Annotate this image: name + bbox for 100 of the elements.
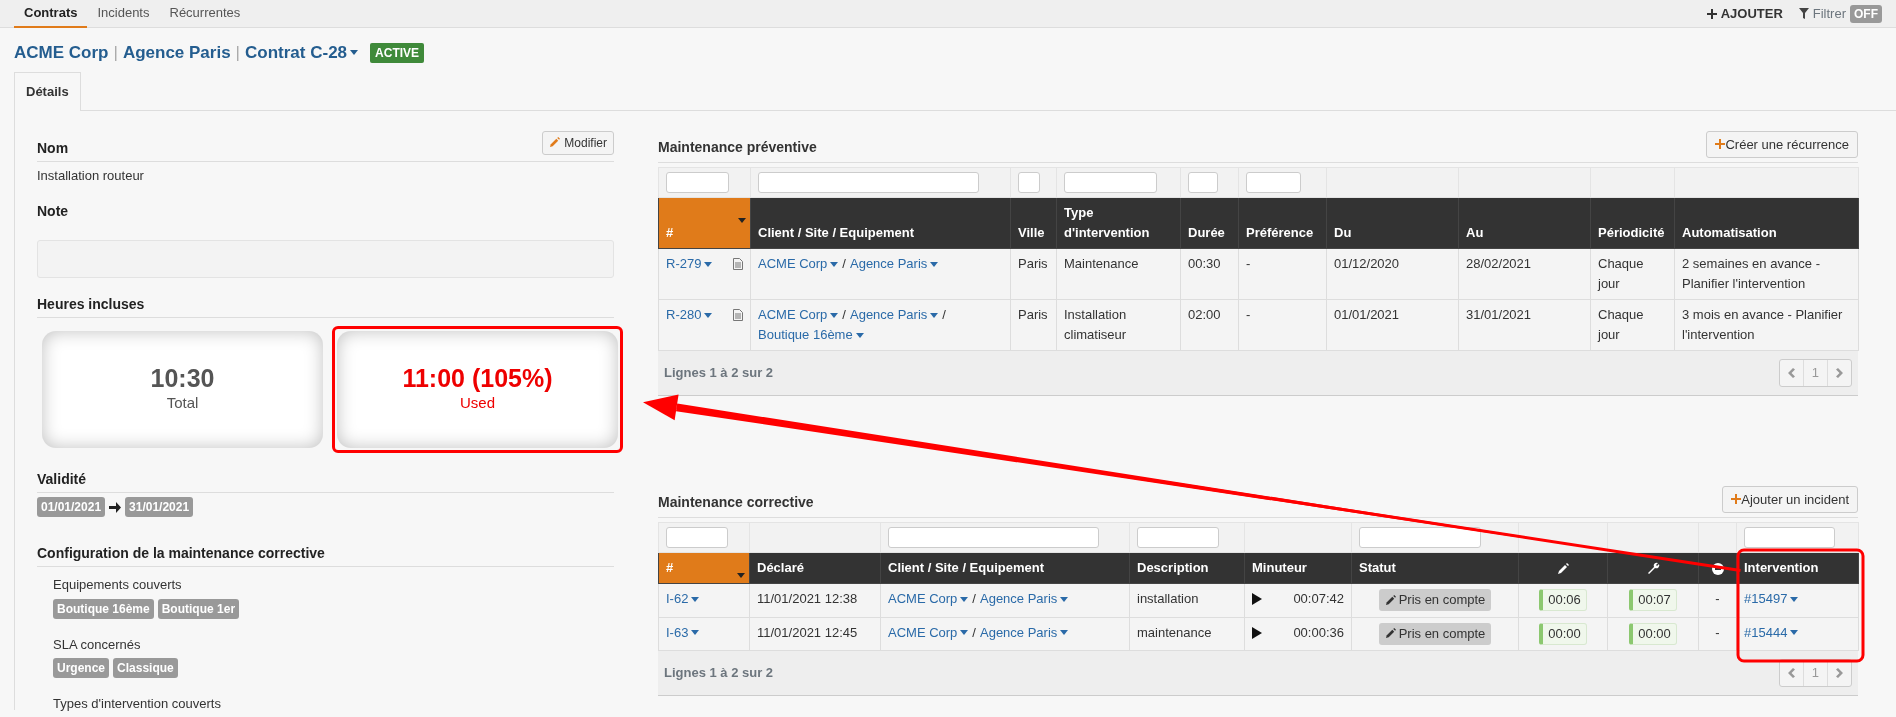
time-tag: 00:00 <box>1629 622 1677 645</box>
filter-icon <box>1798 8 1809 19</box>
path-separator: / <box>842 307 846 322</box>
column-header[interactable]: Description <box>1129 552 1245 584</box>
column-header[interactable]: Déclaré <box>749 552 881 584</box>
section-heading: Validité <box>37 471 87 487</box>
tag: Boutique 16ème <box>53 598 154 619</box>
filter-field[interactable] <box>1744 527 1835 548</box>
edit-button[interactable]: Modifier <box>542 130 614 155</box>
play-icon[interactable] <box>1252 626 1262 639</box>
filter-field[interactable] <box>1246 172 1301 193</box>
client-link[interactable]: Agence Paris <box>980 622 1069 643</box>
table-cell: 2 semaines en avance - Planifier l'intervention <box>1674 248 1859 300</box>
table-cell: Maintenance <box>1056 248 1181 300</box>
wrench-icon <box>1646 562 1660 576</box>
filter-field[interactable] <box>1188 172 1219 193</box>
hours-value: 11:00 (105%) <box>402 364 553 392</box>
action-button[interactable]: Ajouter un incident <box>1722 485 1858 513</box>
pencil-icon <box>549 137 561 148</box>
filter-field[interactable] <box>1064 172 1157 193</box>
tag: Classique <box>113 658 178 678</box>
filter-field[interactable] <box>1137 527 1219 548</box>
caret-icon <box>704 261 713 267</box>
column-header[interactable]: Client / Site / Equipement <box>880 552 1130 584</box>
client-link[interactable]: ACME Corp <box>758 305 839 325</box>
plus-icon <box>1715 139 1726 150</box>
caret-icon <box>960 596 969 602</box>
table-cell: - <box>1238 299 1327 351</box>
column-header[interactable]: Du <box>1326 197 1459 249</box>
detail-tab[interactable]: Détails <box>14 72 81 111</box>
time-tag: 00:00 <box>1539 622 1587 645</box>
table-cell: Chaque jour <box>1590 248 1675 300</box>
breadcrumb-link[interactable]: ACME Corp <box>14 40 109 66</box>
plus-icon <box>1731 494 1742 505</box>
breadcrumb-link[interactable]: Agence Paris <box>122 40 231 66</box>
caret-icon <box>691 596 700 602</box>
hours-caption: Used <box>460 393 495 413</box>
chevron-right-icon <box>1836 667 1843 678</box>
caret-icon <box>738 218 746 223</box>
add-button[interactable]: AJOUTER <box>1706 3 1783 24</box>
client-link[interactable]: Agence Paris <box>980 589 1069 609</box>
caret-icon <box>350 50 359 56</box>
filter-field[interactable] <box>666 527 729 548</box>
row-count: Lignes 1 à 2 sur 2 <box>664 664 774 682</box>
column-header[interactable]: Périodicité <box>1590 197 1675 249</box>
column-header[interactable]: Client / Site / Equipement <box>750 197 1011 249</box>
client-link[interactable]: ACME Corp <box>888 622 969 643</box>
chevron-left-icon <box>1787 367 1795 378</box>
field-label: Equipements couverts <box>53 576 183 594</box>
filter-field[interactable] <box>758 172 979 193</box>
row-id-link[interactable]: R-279 <box>666 254 713 274</box>
client-link[interactable]: ACME Corp <box>758 254 839 274</box>
chevron-right-icon <box>1836 367 1843 378</box>
status-badge: ACTIVE <box>370 42 425 63</box>
column-header[interactable]: Minuteur <box>1244 552 1352 584</box>
filter-field[interactable] <box>1018 172 1040 193</box>
caret-icon <box>930 312 939 318</box>
column-header[interactable]: Préférence <box>1238 197 1327 249</box>
column-header[interactable]: Au <box>1458 197 1591 249</box>
date-tag: 01/01/2021 <box>37 497 106 517</box>
nav-tab[interactable]: Incidents <box>87 0 160 28</box>
breadcrumb-link[interactable]: Contrat C-28 <box>245 40 359 66</box>
column-header[interactable]: Ville <box>1010 197 1057 249</box>
client-link[interactable]: Boutique 16ème <box>758 325 864 345</box>
row-id-link[interactable]: R-280 <box>666 305 713 325</box>
table-cell: - <box>1698 617 1737 651</box>
filter-field[interactable] <box>666 172 730 193</box>
field-label: Types d'intervention couverts <box>53 695 222 713</box>
play-icon[interactable] <box>1252 593 1262 605</box>
table-cell: Paris <box>1010 299 1057 351</box>
table-cell: 02:00 <box>1180 299 1239 351</box>
caret-icon <box>1790 596 1799 602</box>
document-icon <box>733 309 743 321</box>
table-cell: 3 mois en avance - Planifier l'intervention <box>1674 299 1859 351</box>
caret-icon <box>704 312 713 318</box>
table-cell: Paris <box>1010 248 1057 300</box>
filter-field[interactable] <box>1359 527 1481 548</box>
client-link[interactable]: Agence Paris <box>850 305 939 325</box>
filter-label[interactable]: Filtrer <box>1812 3 1846 24</box>
field-label: SLA concernés <box>53 635 142 654</box>
column-header[interactable]: Statut <box>1351 552 1519 584</box>
client-link[interactable]: ACME Corp <box>888 589 969 609</box>
circle-icon <box>1711 562 1724 575</box>
table-cell: Chaque jour <box>1590 299 1675 351</box>
path-separator: / <box>942 307 946 322</box>
status-text: Pris en compte <box>1398 591 1486 609</box>
nav-tab[interactable]: Récurrentes <box>159 0 251 28</box>
status-text: Pris en compte <box>1398 624 1486 643</box>
client-link[interactable]: Agence Paris <box>850 254 939 274</box>
caret-icon <box>960 630 969 635</box>
table-cell: 11/01/2021 12:38 <box>749 583 881 617</box>
filter-field[interactable] <box>888 527 1099 548</box>
column-header[interactable]: Type d'intervention <box>1056 197 1181 249</box>
action-button[interactable]: Créer une récurrence <box>1706 130 1858 158</box>
column-header[interactable]: Durée <box>1180 197 1239 249</box>
timer-text: 00:00:36 <box>1293 623 1344 642</box>
nav-tab[interactable]: Contrats <box>14 0 88 28</box>
path-separator: / <box>842 256 846 271</box>
table-cell: 11/01/2021 12:45 <box>749 617 881 651</box>
column-header[interactable]: Automatisation <box>1674 197 1859 249</box>
